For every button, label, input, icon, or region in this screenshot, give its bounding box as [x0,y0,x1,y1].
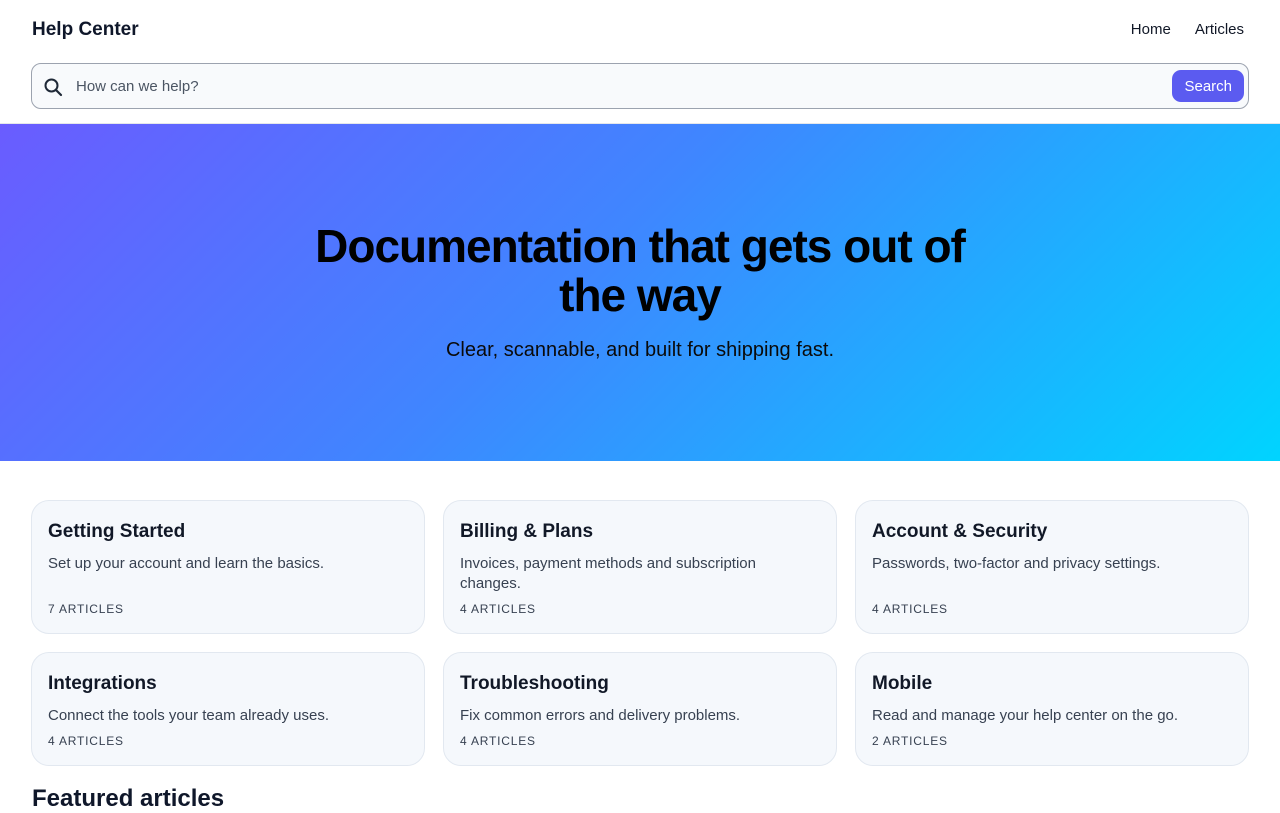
category-card-mobile[interactable]: Mobile Read and manage your help center … [855,652,1249,766]
category-description: Set up your account and learn the basics… [48,555,325,572]
search-icon [43,77,63,97]
nav-articles-link[interactable]: Articles [1195,20,1244,40]
search-input[interactable] [76,71,1156,101]
category-title: Mobile [872,673,933,694]
search-bar: Search [31,63,1249,109]
category-card-troubleshooting[interactable]: Troubleshooting Fix common errors and de… [443,652,837,766]
hero-title: Documentation that gets out of the way [315,220,966,321]
category-article-count: 7 ARTICLES [48,602,124,616]
category-article-count: 4 ARTICLES [460,602,536,616]
category-title: Getting Started [48,521,186,542]
category-description: Passwords, two-factor and privacy settin… [872,555,1161,572]
hero-subtitle: Clear, scannable, and built for shipping… [445,339,835,361]
category-title: Billing & Plans [460,521,594,542]
main-nav: Home Articles [1131,20,1244,40]
brand-title[interactable]: Help Center [32,18,139,42]
category-description: Connect the tools your team already uses… [48,707,329,724]
category-card-getting-started[interactable]: Getting Started Set up your account and … [31,500,425,634]
category-card-account-security[interactable]: Account & Security Passwords, two-factor… [855,500,1249,634]
category-article-count: 4 ARTICLES [872,602,948,616]
category-title: Troubleshooting [460,673,609,694]
category-description: Fix common errors and delivery problems. [460,707,741,724]
category-description: Read and manage your help center on the … [872,707,1179,724]
search-button[interactable]: Search [1172,70,1244,102]
category-article-count: 4 ARTICLES [48,734,124,748]
category-article-count: 4 ARTICLES [460,734,536,748]
category-article-count: 2 ARTICLES [872,734,948,748]
hero-banner: Documentation that gets out of the way C… [0,124,1280,461]
nav-home-link[interactable]: Home [1131,20,1171,40]
category-title: Account & Security [872,521,1048,542]
category-card-billing-plans[interactable]: Billing & Plans Invoices, payment method… [443,500,837,634]
category-title: Integrations [48,673,157,694]
category-card-integrations[interactable]: Integrations Connect the tools your team… [31,652,425,766]
category-description: Invoices, payment methods and subscripti… [460,555,756,592]
top-header: Help Center Home Articles Search [0,0,1280,124]
featured-articles-heading: Featured articles [32,785,225,812]
